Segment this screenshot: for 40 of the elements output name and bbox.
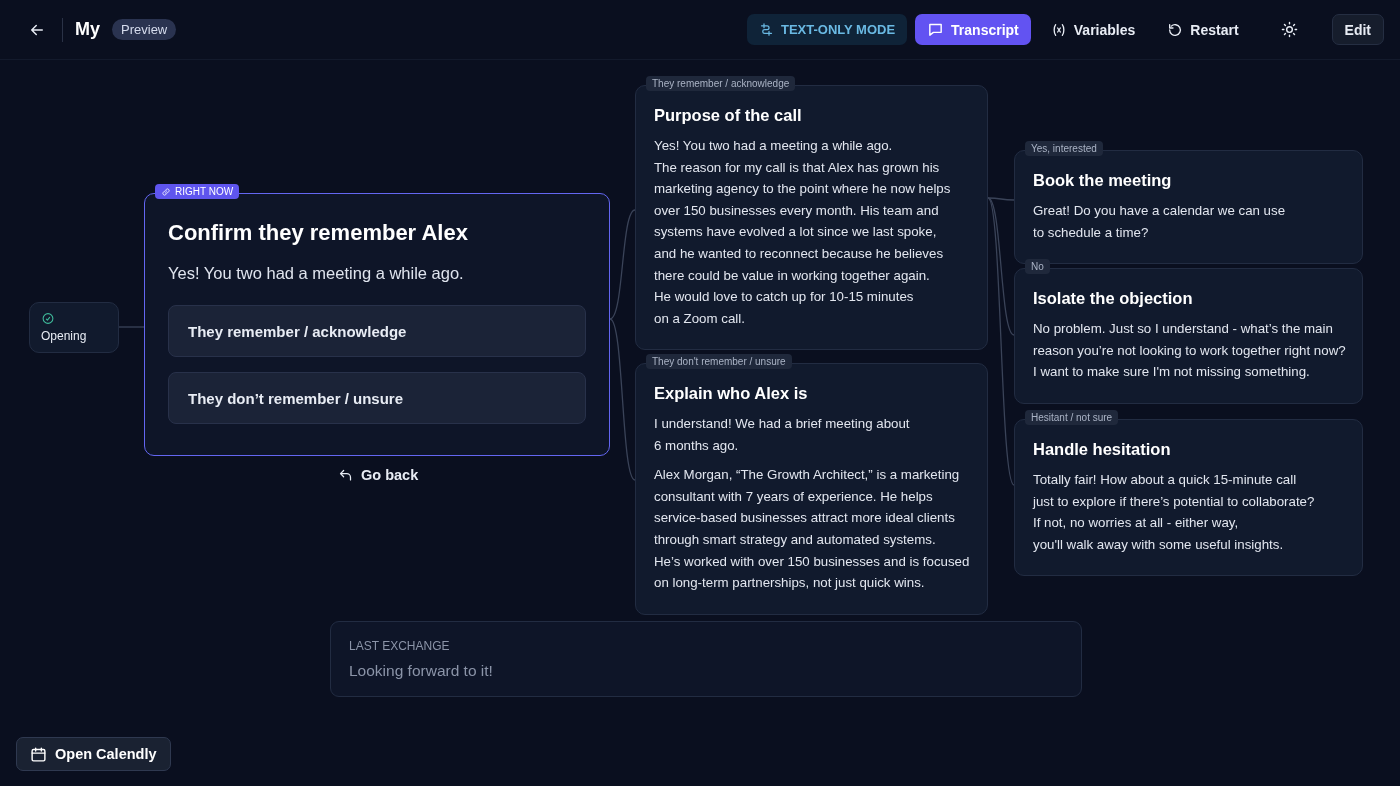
step-title: Book the meeting	[1033, 171, 1173, 190]
step-title: Handle hesitation	[1033, 440, 1172, 459]
right-now-badge: RIGHT NOW	[155, 184, 240, 199]
script-text: Great! Do you have a calendar we can use to schedule a time?	[1033, 202, 1286, 242]
connector-line	[118, 326, 145, 328]
condition-tag: They don't remember / unsure	[646, 354, 792, 369]
step-text: Yes! You two had a meeting a while ago.	[168, 264, 465, 283]
chat-icon	[927, 21, 945, 38]
step-title: Purpose of the call	[654, 106, 803, 125]
calendar-icon	[30, 745, 47, 763]
step-title: Isolate the objection	[1033, 289, 1194, 308]
condition-tag: Hesitant / not sure	[1025, 410, 1119, 425]
response-option[interactable]: They remember / acknowledge	[168, 305, 586, 357]
last-exchange-text: Looking forward to it!	[349, 662, 494, 680]
script-text: I understand! We had a brief meeting about 6 months ago.	[654, 415, 910, 455]
script-text: Totally fair! How about a quick 15-minute call just to explore if there’s potential to collaborate? If not, no worries at all - either way, you'll walk away with some useful insights.	[1033, 471, 1315, 554]
edit-button[interactable]: Edit	[1331, 14, 1384, 45]
restart-icon	[1167, 21, 1184, 38]
open-calendly-button[interactable]: Open Calendly	[16, 737, 171, 771]
opening-node[interactable]: Opening	[29, 302, 119, 353]
condition-tag: They remember / acknowledge	[646, 76, 796, 91]
script-text: No problem. Just so I understand - what’s the main reason you’re not looking to work together right now? I want to make sure I'm not missing something.	[1033, 320, 1346, 382]
condition-tag: Yes, interested	[1025, 141, 1103, 156]
panel-label: LAST EXCHANGE	[349, 639, 451, 653]
restart-button[interactable]: Restart	[1155, 14, 1251, 45]
node-label: Opening	[41, 329, 88, 343]
transcript-button[interactable]: Transcript	[915, 14, 1031, 45]
text-only-mode-button[interactable]: TEXT-ONLY MODE	[746, 14, 908, 45]
go-back-button[interactable]: Go back	[332, 464, 425, 486]
script-text: Alex Morgan, “The Growth Architect,” is a marketing consultant with 7 years of experience. He helps service-based businesses attract more ideal clients through smart strategy and automated systems. He’s worked with over 150 businesses and is focused on long-term partnerships, not just quick wins.	[654, 466, 970, 593]
page-title: My	[75, 19, 100, 40]
variables-button[interactable]: Variables	[1038, 14, 1148, 45]
condition-tag: No	[1025, 259, 1050, 274]
response-option[interactable]: They don’t remember / unsure	[168, 372, 586, 424]
script-text: Yes! You two had a meeting a while ago. The reason for my call is that Alex has grown his marketing agency to the point where he now helps over 150 businesses every month. His team and systems have evolved a lot since we last spoke, and he wanted to reconnect because he believes there could be value in working together again. He would love to catch up for 10-15 minutes on a Zoom call.	[654, 137, 951, 328]
step-title: Explain who Alex is	[654, 384, 809, 403]
status-badge: Preview	[112, 19, 177, 40]
step-title: Confirm they remember Alex	[168, 220, 469, 246]
undo-icon	[338, 467, 353, 483]
sun-icon	[1280, 21, 1298, 38]
